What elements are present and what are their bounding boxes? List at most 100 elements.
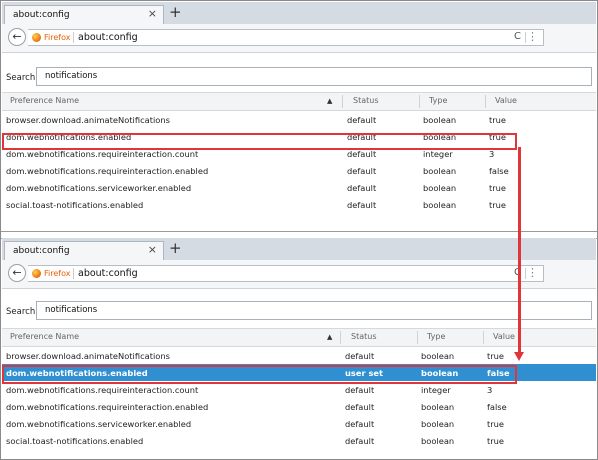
pref-value: true	[487, 436, 505, 446]
pref-name: dom.webnotifications.serviceworker.enabl…	[6, 183, 192, 193]
pref-type: integer	[421, 385, 451, 395]
new-tab-button[interactable]: +	[169, 240, 182, 256]
table-row[interactable]: dom.webnotifications.requireinteraction.…	[2, 162, 596, 179]
tab-about-config[interactable]: about:config ×	[4, 5, 164, 24]
identity-label: Firefox	[44, 33, 71, 42]
back-arrow-icon[interactable]: ←	[8, 264, 26, 282]
pref-status: default	[347, 166, 377, 176]
pref-type: boolean	[421, 402, 455, 412]
firefox-logo-icon	[32, 269, 41, 278]
pref-name: dom.webnotifications.requireinteraction.…	[6, 166, 209, 176]
highlight-box-before	[2, 133, 517, 150]
column-header-type[interactable]: Type	[427, 332, 445, 341]
pref-type: integer	[423, 149, 453, 159]
table-row[interactable]: dom.webnotifications.serviceworker.enabl…	[2, 179, 596, 196]
pref-status: default	[345, 402, 375, 412]
table-header: Preference Name ▲ Status Type Value	[2, 92, 596, 111]
pref-status: default	[345, 385, 375, 395]
browser-window-after: about:config × + ← Firefox about:config …	[2, 238, 596, 457]
browser-window-before: about:config × + ← Firefox about:config …	[2, 2, 596, 230]
url-bar[interactable]: Firefox about:config C ⋮	[28, 29, 544, 46]
pref-name: dom.webnotifications.requireinteraction.…	[6, 149, 199, 159]
preferences-table: Preference Name ▲ Status Type Value brow…	[2, 92, 596, 213]
search-input[interactable]: notifications	[36, 301, 592, 320]
close-tab-icon[interactable]: ×	[148, 8, 157, 20]
pref-type: boolean	[421, 419, 455, 429]
pref-status: default	[345, 419, 375, 429]
pref-value: false	[487, 402, 507, 412]
url-text[interactable]: about:config	[78, 32, 138, 43]
dots-more-icon[interactable]: ⋮	[527, 30, 538, 43]
tab-title: about:config	[13, 10, 70, 20]
pref-type: boolean	[423, 166, 457, 176]
pref-status: default	[347, 200, 377, 210]
pref-type: boolean	[423, 200, 457, 210]
table-row[interactable]: browser.download.animateNotifications de…	[2, 111, 596, 128]
reload-icon[interactable]: C	[514, 31, 521, 42]
column-divider[interactable]	[342, 95, 343, 108]
column-header-type[interactable]: Type	[429, 96, 447, 105]
pref-name: dom.webnotifications.requireinteraction.…	[6, 385, 199, 395]
pref-status: default	[345, 436, 375, 446]
pref-name: browser.download.animateNotifications	[6, 115, 170, 125]
column-divider[interactable]	[340, 331, 341, 344]
url-text[interactable]: about:config	[78, 268, 138, 279]
sort-ascending-icon[interactable]: ▲	[327, 97, 332, 105]
table-row[interactable]: social.toast-notifications.enabled defau…	[2, 432, 596, 449]
search-input[interactable]: notifications	[36, 67, 592, 86]
sort-ascending-icon[interactable]: ▲	[327, 333, 332, 341]
url-divider-right	[525, 268, 526, 279]
pref-value: true	[487, 419, 505, 429]
column-divider[interactable]	[419, 95, 420, 108]
identity-label: Firefox	[44, 269, 71, 278]
column-header-name[interactable]: Preference Name	[10, 96, 79, 105]
highlight-box-after	[2, 365, 517, 384]
column-divider[interactable]	[417, 331, 418, 344]
pref-name: dom.webnotifications.requireinteraction.…	[6, 402, 209, 412]
column-header-status[interactable]: Status	[353, 96, 379, 105]
column-header-name[interactable]: Preference Name	[10, 332, 79, 341]
pref-name: browser.download.animateNotifications	[6, 351, 170, 361]
search-label: Search:	[6, 73, 39, 83]
search-row: Search: notifications	[2, 289, 596, 323]
dots-more-icon[interactable]: ⋮	[527, 266, 538, 279]
pref-value: true	[487, 351, 505, 361]
tab-title: about:config	[13, 246, 70, 256]
table-header: Preference Name ▲ Status Type Value	[2, 328, 596, 347]
pref-value: 3	[489, 149, 495, 159]
pref-status: default	[347, 149, 377, 159]
table-row[interactable]: dom.webnotifications.requireinteraction.…	[2, 398, 596, 415]
close-tab-icon[interactable]: ×	[148, 244, 157, 256]
pref-value: false	[489, 166, 509, 176]
preferences-table: Preference Name ▲ Status Type Value brow…	[2, 328, 596, 449]
column-divider[interactable]	[485, 95, 486, 108]
pref-type: boolean	[421, 436, 455, 446]
pref-status: default	[347, 115, 377, 125]
table-row[interactable]: browser.download.animateNotifications de…	[2, 347, 596, 364]
url-divider-right	[525, 32, 526, 43]
firefox-logo-icon	[32, 33, 41, 42]
table-row[interactable]: dom.webnotifications.serviceworker.enabl…	[2, 415, 596, 432]
pref-name: social.toast-notifications.enabled	[6, 200, 144, 210]
search-row: Search: notifications	[2, 53, 596, 91]
column-header-value[interactable]: Value	[495, 96, 517, 105]
navigation-bar: ← Firefox about:config C ⋮	[2, 260, 596, 289]
pref-status: default	[347, 183, 377, 193]
table-row[interactable]: social.toast-notifications.enabled defau…	[2, 196, 596, 213]
annotation-arrow-line	[518, 147, 521, 354]
tab-about-config[interactable]: about:config ×	[4, 241, 164, 260]
column-header-value[interactable]: Value	[493, 332, 515, 341]
column-header-status[interactable]: Status	[351, 332, 377, 341]
pref-value: true	[489, 115, 507, 125]
pref-value: true	[489, 183, 507, 193]
search-label: Search:	[6, 307, 39, 317]
column-divider[interactable]	[483, 331, 484, 344]
url-divider	[73, 268, 74, 279]
url-bar[interactable]: Firefox about:config C ⋮	[28, 265, 544, 282]
new-tab-button[interactable]: +	[169, 4, 182, 20]
pref-type: boolean	[423, 115, 457, 125]
pref-value: true	[489, 200, 507, 210]
back-arrow-icon[interactable]: ←	[8, 28, 26, 46]
url-divider	[73, 32, 74, 43]
pref-value: 3	[487, 385, 493, 395]
